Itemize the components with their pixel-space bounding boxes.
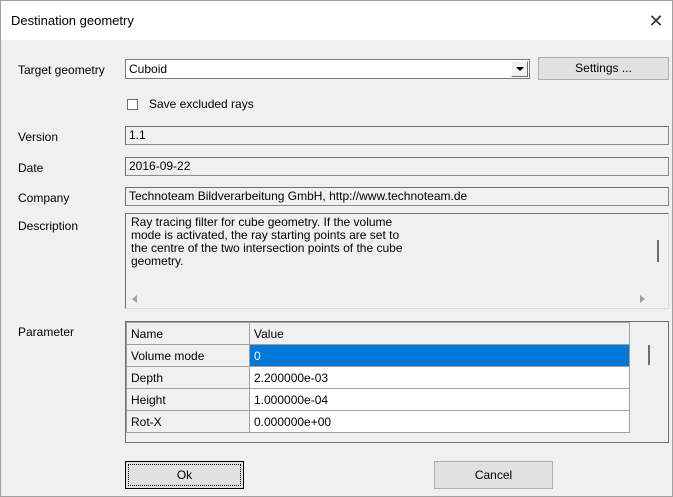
company-field: Technoteam Bildverarbeitung GmbH, http:/… xyxy=(125,187,669,206)
ok-button[interactable]: Ok xyxy=(125,461,244,489)
description-horizontal-scrollbar[interactable] xyxy=(127,290,650,307)
table-row[interactable]: Volume mode 0 xyxy=(126,344,630,367)
date-field: 2016-09-22 xyxy=(125,157,669,176)
close-icon[interactable]: ✕ xyxy=(643,8,669,34)
parameter-label: Parameter xyxy=(18,325,75,339)
column-header-value: Value xyxy=(249,322,630,345)
version-field: 1.1 xyxy=(125,126,669,145)
dialog-title: Destination geometry xyxy=(11,13,134,28)
table-row[interactable]: Depth 2.200000e-03 xyxy=(126,366,630,389)
description-label: Description xyxy=(18,219,79,233)
arrow-left-icon[interactable] xyxy=(132,295,137,303)
table-row[interactable]: Rot-X 0.000000e+00 xyxy=(126,410,630,433)
save-excluded-rays-checkbox[interactable] xyxy=(127,99,138,110)
param-value-cell[interactable]: 2.200000e-03 xyxy=(249,366,630,389)
table-row[interactable]: Height 1.000000e-04 xyxy=(126,388,630,411)
cancel-button[interactable]: Cancel xyxy=(434,461,553,489)
param-name-cell[interactable]: Rot-X xyxy=(126,410,250,433)
company-label: Company xyxy=(18,191,70,205)
save-excluded-rays-label: Save excluded rays xyxy=(149,97,254,111)
version-label: Version xyxy=(18,130,59,144)
dialog-window: Destination geometry ✕ Target geometry C… xyxy=(0,0,673,497)
param-name-cell[interactable]: Height xyxy=(126,388,250,411)
table-header-row: Name Value xyxy=(126,322,630,345)
parameter-vertical-scrollbar[interactable] xyxy=(630,322,668,442)
target-geometry-value: Cuboid xyxy=(129,62,168,76)
scroll-thumb[interactable] xyxy=(648,345,650,365)
parameter-table: Name Value Volume mode 0 Depth 2.200000e… xyxy=(126,322,630,433)
description-box[interactable]: Ray tracing filter for cube geometry. If… xyxy=(125,213,669,309)
parameter-grid[interactable]: Name Value Volume mode 0 Depth 2.200000e… xyxy=(125,321,669,443)
description-line: the centre of the two intersection point… xyxy=(131,241,403,255)
arrow-right-icon[interactable] xyxy=(640,295,645,303)
param-name-cell[interactable]: Volume mode xyxy=(126,344,250,367)
param-value-cell[interactable]: 1.000000e-04 xyxy=(249,388,630,411)
target-geometry-label: Target geometry xyxy=(18,63,105,77)
target-geometry-select[interactable]: Cuboid xyxy=(125,59,530,79)
settings-button[interactable]: Settings ... xyxy=(538,57,669,80)
param-value-cell[interactable]: 0 xyxy=(249,344,630,367)
description-vertical-scrollbar[interactable] xyxy=(650,215,667,289)
chevron-down-icon[interactable] xyxy=(511,61,528,77)
column-header-name: Name xyxy=(126,322,250,345)
date-label: Date xyxy=(18,161,44,175)
description-line: geometry. xyxy=(131,254,184,268)
title-bar: Destination geometry ✕ xyxy=(1,1,672,40)
param-name-cell[interactable]: Depth xyxy=(126,366,250,389)
description-text: Ray tracing filter for cube geometry. If… xyxy=(131,216,651,268)
param-value-cell[interactable]: 0.000000e+00 xyxy=(249,410,630,433)
scroll-thumb[interactable] xyxy=(657,240,659,262)
